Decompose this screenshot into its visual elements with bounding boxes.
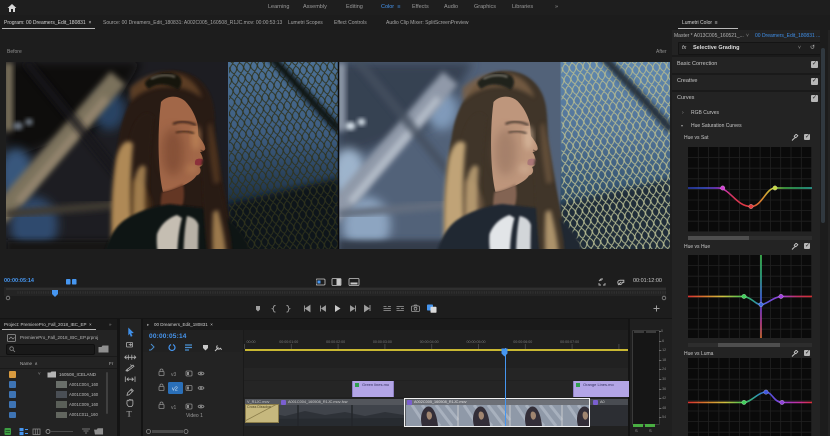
- svg-text:v1: v1: [171, 405, 177, 411]
- svg-text:Video 1: Video 1: [186, 413, 203, 419]
- svg-text:v3: v3: [171, 372, 177, 378]
- svg-text:T: T: [127, 409, 133, 419]
- svg-text:v2: v2: [172, 387, 178, 393]
